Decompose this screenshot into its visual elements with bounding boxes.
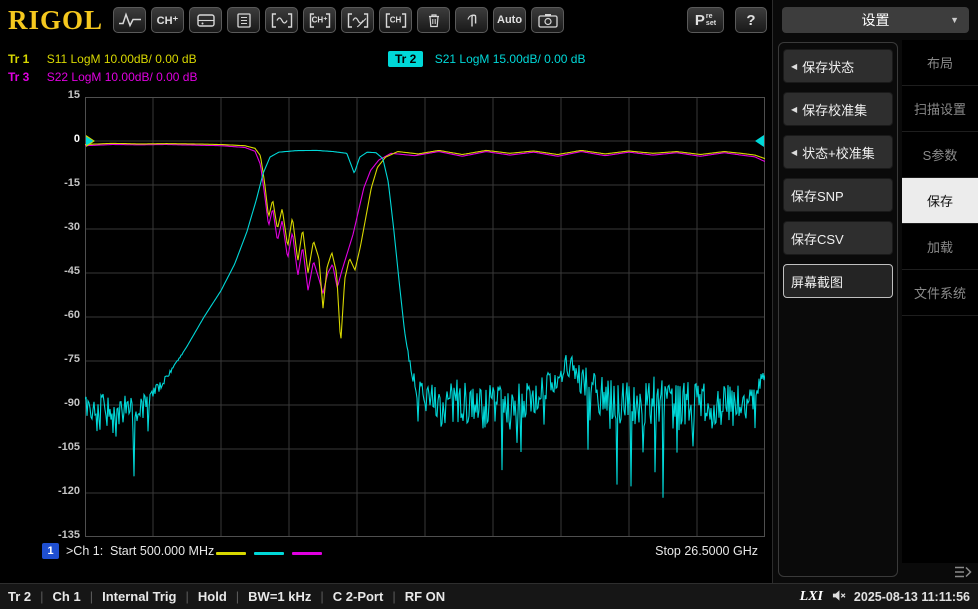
y-tick-label: -135 — [57, 529, 80, 541]
sidebar-menu-item-label: 保存CSV — [791, 231, 844, 247]
y-tick-label: -60 — [64, 309, 80, 321]
status-item-2: Internal Trig — [81, 589, 176, 604]
sidebar-tab-0[interactable]: 布局 — [902, 40, 978, 86]
trace2-info[interactable]: Tr 2 S21 LogM 15.00dB/ 0.00 dB — [388, 51, 586, 67]
y-tick-label: -105 — [57, 441, 80, 453]
preset-label-top: re — [705, 13, 713, 20]
preset-button[interactable]: P re set — [687, 7, 724, 33]
y-tick-label: 0 — [73, 133, 80, 145]
sidebar-tab-1[interactable]: 扫描设置 — [902, 86, 978, 132]
preset-label-bottom: set — [705, 20, 717, 27]
trace1-id: Tr 1 — [8, 52, 30, 66]
status-item-3: Hold — [176, 589, 227, 604]
sidebar-menu-item-3[interactable]: 保存SNP — [783, 178, 893, 212]
meas-button[interactable] — [113, 7, 147, 33]
y-axis-labels: 15 0 -15 -30 -45 -60 -75 -90 -105 -120 -135 — [0, 40, 82, 583]
channel-badge[interactable]: 1 — [42, 543, 59, 559]
y-tick-label: -120 — [57, 485, 80, 497]
status-item-0: Tr 2 — [8, 589, 32, 604]
submenu-arrow-icon: ◀ — [791, 104, 798, 114]
y-tick-label: -15 — [64, 177, 80, 189]
sidebar-menu: ◀ 保存状态 ◀ 保存校准集 ◀ 状态+校准集保存SNP 保存CSV 屏幕截图 — [778, 42, 898, 577]
trace3-legend-line — [292, 552, 322, 555]
y-tick-label: -30 — [64, 221, 80, 233]
preset-label-main: P — [694, 11, 705, 29]
channel-add-button[interactable]: CH⁺ — [151, 7, 185, 33]
help-button[interactable]: ? — [734, 7, 767, 33]
page-list-button[interactable] — [227, 7, 261, 33]
y-tick-label: -90 — [64, 397, 80, 409]
sidebar: 设置 ▼ ◀ 保存状态 ◀ 保存校准集 ◀ 状态+校准集保存SNP 保存CSV 屏幕截图 布局… — [772, 0, 978, 583]
sidebar-menu-item-label: 状态+校准集 — [802, 145, 875, 161]
trace-window-button[interactable] — [265, 7, 299, 33]
trace-edit-window-button[interactable] — [341, 7, 375, 33]
trace3-info[interactable]: Tr 3 S22 LogM 10.00dB/ 0.00 dB — [8, 70, 197, 86]
channel-row: 1 >Ch 1: Start 500.000 MHz Stop 26.5000 … — [0, 542, 772, 564]
settings-title: 设置 — [861, 12, 890, 28]
y-tick-label: 15 — [67, 89, 80, 101]
save-device-button[interactable] — [189, 7, 223, 33]
channel-add-button-label: CH⁺ — [156, 14, 179, 27]
trace2-desc: S21 LogM 15.00dB/ 0.00 dB — [434, 52, 586, 66]
ref-marker-right-tr2 — [755, 135, 764, 147]
channel-window-add-button-label: CH⁺ — [311, 15, 328, 25]
sidebar-menu-item-1[interactable]: ◀ 保存校准集 — [783, 92, 893, 126]
status-item-6: RF ON — [383, 589, 445, 604]
toolbar-buttons: CH⁺ CH⁺ CH Auto — [113, 7, 569, 33]
start-frequency[interactable]: Start 500.000 MHz — [110, 544, 214, 558]
auto-button[interactable]: Auto — [493, 7, 527, 33]
sidebar-menu-item-label: 屏幕截图 — [791, 274, 844, 290]
lxi-logo: LXI — [799, 588, 823, 604]
sidebar-menu-item-label: 保存SNP — [791, 188, 844, 204]
active-trace-badge: Tr 2 — [388, 51, 424, 67]
status-items: Tr 2Ch 1Internal TrigHoldBW=1 kHzC 2-Por… — [8, 589, 445, 604]
y-tick-label: -45 — [64, 265, 80, 277]
sidebar-tab-3[interactable]: 保存 — [902, 178, 978, 224]
plot-area[interactable] — [85, 97, 765, 537]
sidebar-menu-item-label: 保存状态 — [802, 59, 855, 75]
status-right: LXI 2025-08-13 11:11:56 — [800, 589, 970, 605]
sidebar-tab-5[interactable]: 文件系统 — [902, 270, 978, 316]
sidebar-menu-item-5[interactable]: 屏幕截图 — [783, 264, 893, 298]
dropdown-arrow-icon: ▼ — [950, 15, 959, 25]
settings-menu-header[interactable]: 设置 ▼ — [782, 7, 969, 33]
submenu-arrow-icon: ◀ — [791, 147, 798, 157]
status-item-1: Ch 1 — [31, 589, 81, 604]
channel-window-button[interactable]: CH — [379, 7, 413, 33]
y-tick-label: -75 — [64, 353, 80, 365]
delete-button[interactable] — [417, 7, 451, 33]
channel-window-add-button[interactable]: CH⁺ — [303, 7, 337, 33]
submenu-arrow-icon: ◀ — [791, 61, 798, 71]
status-item-4: BW=1 kHz — [227, 589, 311, 604]
trace3-desc: S22 LogM 10.00dB/ 0.00 dB — [46, 70, 198, 84]
status-bar: Tr 2Ch 1Internal TrigHoldBW=1 kHzC 2-Por… — [0, 583, 978, 609]
collapse-menu-icon[interactable] — [953, 564, 973, 580]
touch-button[interactable] — [455, 7, 489, 33]
chart-region: Tr 1 S11 LogM 10.00dB/ 0.00 dB Tr 2 S21 … — [0, 40, 772, 583]
datetime: 2025-08-13 11:11:56 — [853, 589, 970, 604]
sidebar-menu-item-2[interactable]: ◀ 状态+校准集 — [783, 135, 893, 169]
channel-label: >Ch 1: — [66, 544, 104, 558]
trace2-legend-line — [254, 552, 284, 555]
auto-button-label: Auto — [497, 14, 523, 26]
stop-frequency[interactable]: Stop 26.5000 GHz — [655, 544, 758, 558]
vna-screen: { "toolbar": { "logo": "RIGOL", "buttons… — [0, 0, 978, 609]
preset-label-small: re set — [706, 13, 716, 27]
sidebar-menu-item-label: 保存校准集 — [802, 102, 868, 118]
rigol-logo: RIGOL — [8, 4, 104, 35]
sidebar-tab-2[interactable]: S参数 — [902, 132, 978, 178]
toolbar: RIGOL CH⁺ CH⁺ CH Auto P re set ? — [0, 0, 772, 40]
sidebar-tab-4[interactable]: 加载 — [902, 224, 978, 270]
status-item-5: C 2-Port — [311, 589, 384, 604]
trace3-id: Tr 3 — [8, 70, 30, 84]
sidebar-menu-item-4[interactable]: 保存CSV — [783, 221, 893, 255]
sidebar-menu-item-0[interactable]: ◀ 保存状态 — [783, 49, 893, 83]
sidebar-tabs: 布局 扫描设置 S参数 保存 加载 文件系统 — [902, 40, 978, 563]
trace1-info[interactable]: Tr 1 S11 LogM 10.00dB/ 0.00 dB — [8, 52, 197, 68]
trace1-desc: S11 LogM 10.00dB/ 0.00 dB — [46, 52, 197, 66]
screenshot-button[interactable] — [531, 7, 565, 33]
channel-window-button-label: CH — [389, 15, 402, 25]
speaker-mute-icon[interactable] — [831, 589, 846, 605]
trace1-legend-line — [216, 552, 246, 555]
